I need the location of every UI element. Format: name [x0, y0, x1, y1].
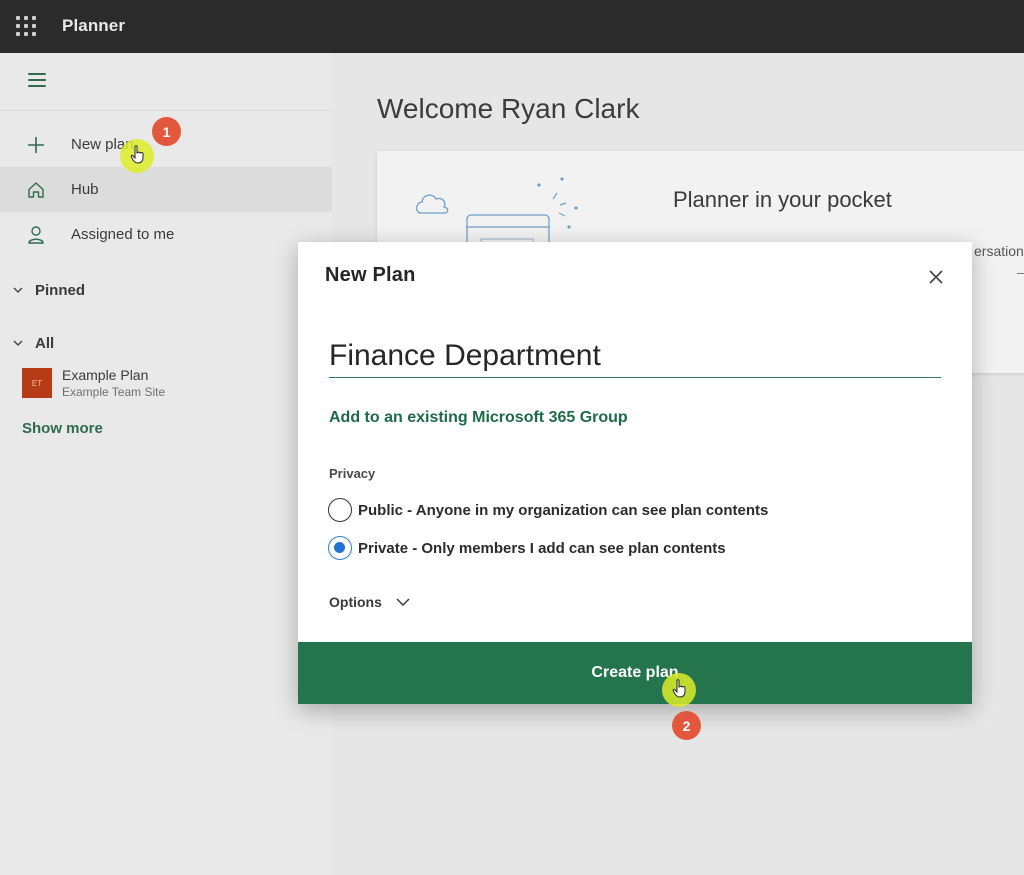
pocket-card-title: Planner in your pocket — [673, 187, 892, 212]
add-to-existing-group-link[interactable]: Add to an existing Microsoft 365 Group — [329, 409, 628, 427]
close-icon — [929, 270, 943, 284]
options-toggle[interactable]: Options — [329, 594, 410, 610]
sidebar-item-hub[interactable]: Hub — [0, 167, 332, 212]
plan-name-input[interactable] — [329, 334, 941, 378]
mobile-illustration-icon — [415, 177, 578, 249]
new-plan-dialog: New Plan Add to an existing Microsoft 36… — [298, 242, 972, 704]
sidebar-divider — [0, 110, 332, 111]
hand-cursor-icon — [130, 145, 144, 164]
person-icon — [0, 225, 71, 245]
welcome-heading: Welcome Ryan Clark — [377, 93, 640, 124]
pocket-card-divider — [1017, 273, 1024, 274]
plan-site: Example Team Site — [62, 385, 166, 399]
privacy-label: Privacy — [329, 466, 376, 481]
pocket-card-text: ersations — [974, 243, 1024, 259]
private-radio[interactable] — [328, 536, 352, 560]
pinned-section-toggle[interactable]: Pinned — [0, 275, 332, 305]
options-label: Options — [329, 594, 382, 610]
hamburger-menu-icon[interactable] — [28, 73, 46, 87]
app-launcher-icon[interactable] — [16, 16, 36, 36]
sidebar-item-assigned-to-me[interactable]: Assigned to me — [0, 212, 332, 257]
plan-name: Example Plan — [62, 367, 149, 383]
show-more-link[interactable]: Show more — [22, 420, 103, 437]
private-radio-label: Private - Only members I add can see pla… — [358, 539, 726, 557]
sidebar: New plan Hub Assigned to me Pinned All E… — [0, 53, 332, 875]
privacy-option-private[interactable]: Private - Only members I add can see pla… — [328, 536, 726, 560]
plus-icon — [0, 136, 71, 154]
all-section-toggle[interactable]: All — [0, 328, 332, 358]
create-plan-button[interactable]: Create plan — [298, 642, 972, 704]
sidebar-item-label: Hub — [71, 181, 99, 198]
sidebar-item-label: Assigned to me — [71, 226, 175, 243]
home-icon — [0, 181, 71, 199]
hand-cursor-icon — [672, 679, 686, 698]
plan-avatar: ET — [22, 368, 52, 398]
step-badge-2: 2 — [672, 711, 701, 740]
close-button[interactable] — [925, 266, 947, 288]
step-badge-1: 1 — [152, 117, 181, 146]
all-section-label: All — [35, 334, 55, 352]
chevron-down-icon — [0, 340, 35, 346]
chevron-down-icon — [0, 287, 35, 293]
plan-text: Example Plan Example Team Site — [62, 367, 165, 399]
public-radio-label: Public - Anyone in my organization can s… — [358, 501, 769, 519]
pinned-section-label: Pinned — [35, 281, 86, 299]
dialog-title: New Plan — [325, 264, 416, 286]
chevron-down-icon — [396, 598, 410, 606]
privacy-option-public[interactable]: Public - Anyone in my organization can s… — [328, 498, 768, 522]
public-radio[interactable] — [328, 498, 352, 522]
plan-list-item[interactable]: ET Example Plan Example Team Site — [22, 367, 165, 399]
top-bar: Planner — [0, 0, 1024, 53]
app-title: Planner — [62, 16, 126, 35]
